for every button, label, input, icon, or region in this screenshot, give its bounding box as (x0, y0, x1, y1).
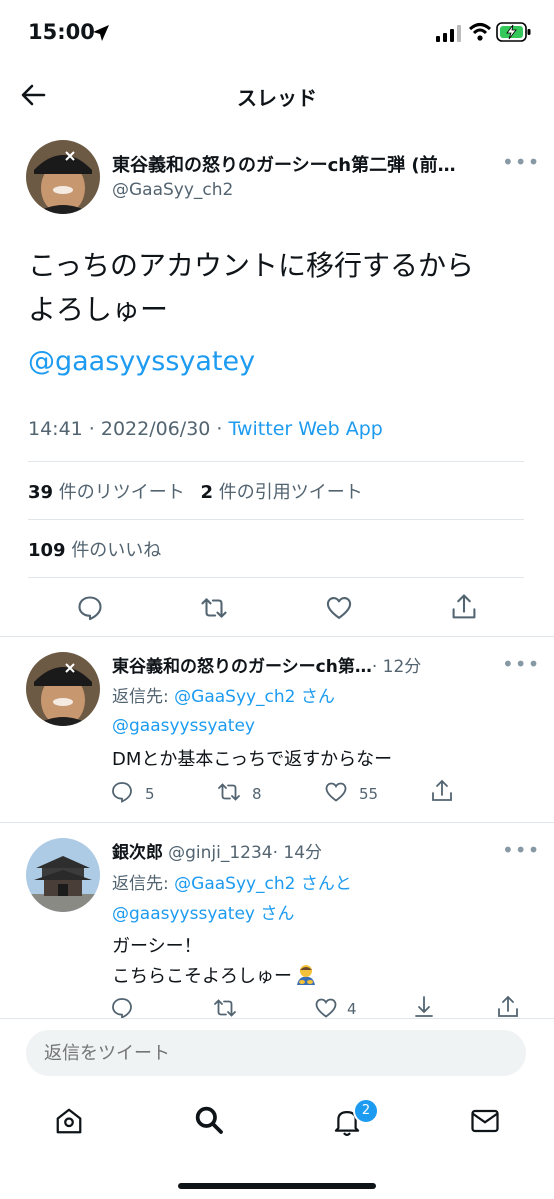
divider (28, 577, 524, 578)
retweet-icon[interactable] (216, 780, 242, 804)
tweet-text-line: よろしゅー (28, 293, 169, 326)
search-icon[interactable] (193, 1104, 225, 1136)
retweets-stat[interactable]: 39 件のリツイート (28, 482, 185, 503)
retweet-icon[interactable] (199, 594, 229, 622)
likes-count: 109 (28, 540, 66, 561)
status-time: 15:00 (28, 20, 95, 44)
share-icon[interactable] (430, 778, 454, 804)
reply-header: 銀次郎 @ginji_1234· 14分 (112, 838, 322, 863)
reply-mention-link[interactable]: @gaasyyssyatey (112, 716, 255, 736)
divider (28, 461, 524, 462)
reply-time: · 14分 (272, 843, 323, 863)
tweet-text-line: こっちのアカウントに移行するから (28, 249, 475, 282)
tweet-text: こっちのアカウントに移行するから よろしゅー (28, 244, 474, 332)
reply-text-line: こちらこそよろしゅー (112, 962, 318, 992)
reply-icon[interactable] (110, 996, 134, 1020)
notifications-badge: 2 (353, 1098, 379, 1124)
reply-text-line: ガーシー！ (112, 936, 202, 957)
author-handle[interactable]: @GaaSyy_ch2 (112, 180, 233, 200)
divider (0, 822, 554, 823)
tweet-source-link[interactable]: Twitter Web App (229, 418, 383, 440)
reply-count: 5 (145, 785, 155, 803)
reply-to-handle-link[interactable]: @gaasyyssyatey (112, 904, 255, 924)
tweet-stats-row: 39 件のリツイート 2 件の引用ツイート (28, 478, 363, 504)
home-icon[interactable] (54, 1106, 84, 1136)
reply-text-line-content: こちらこそよろしゅー (112, 966, 292, 987)
tweet-timestamp: 14:41 · 2022/06/30 · Twitter Web App (28, 418, 383, 440)
like-icon[interactable] (314, 996, 338, 1020)
location-arrow-icon (93, 25, 109, 41)
retweet-count: 8 (252, 785, 262, 803)
reply-icon[interactable] (76, 594, 104, 622)
retweets-count: 39 (28, 482, 54, 503)
reply-author-handle[interactable]: @ginji_1234 (168, 843, 273, 863)
avatar[interactable] (26, 652, 100, 726)
likes-stat[interactable]: 109 件のいいね (28, 536, 161, 562)
like-count: 4 (347, 1000, 357, 1018)
reply-to-line: 返信先: @GaaSyy_ch2 さんと (112, 869, 352, 894)
author-name[interactable]: 東谷義和の怒りのガーシーch第二弾 (前… (112, 151, 494, 177)
likes-label: 件のいいね (71, 540, 162, 561)
reply-to-label: 返信先: (112, 874, 175, 894)
reply-to-line: 返信先: @GaaSyy_ch2 さん (112, 682, 335, 707)
reply-to-handle-link[interactable]: @GaaSyy_ch2 (174, 874, 295, 894)
share-icon[interactable] (496, 994, 520, 1020)
reply-text: DMとか基本こっちで返すからなー (112, 749, 393, 770)
divider (28, 519, 524, 520)
reply-text: ガーシー！ こちらこそよろしゅー (112, 932, 318, 992)
avatar[interactable] (26, 140, 100, 214)
home-indicator (178, 1183, 376, 1189)
page-title: スレッド (237, 86, 317, 110)
like-icon[interactable] (324, 780, 348, 804)
like-icon[interactable] (325, 594, 353, 622)
like-count: 55 (359, 785, 379, 803)
signal-icon (436, 25, 461, 42)
reply-to-label: 返信先: (112, 687, 175, 707)
more-options-icon[interactable]: ••• (502, 652, 540, 676)
quotes-label: 件の引用ツイート (218, 482, 363, 503)
download-icon[interactable] (412, 994, 436, 1020)
reply-to-suffix: さん (295, 687, 335, 707)
reply-to-line-2: @gaasyyssyatey さん (112, 899, 294, 924)
divider (0, 636, 554, 637)
reply-header: 東谷義和の怒りのガーシーch第…· 12分 (112, 652, 496, 677)
more-options-icon[interactable]: ••• (502, 838, 540, 862)
status-bar: 15:00 (0, 0, 554, 64)
quotes-count: 2 (200, 482, 214, 503)
retweets-label: 件のリツイート (58, 482, 185, 503)
reply-icon[interactable] (110, 780, 134, 804)
reply-compose-input[interactable] (26, 1030, 526, 1076)
reply-author-name[interactable]: 東谷義和の怒りのガーシーch第… (112, 657, 372, 677)
reply-author-name[interactable]: 銀次郎 (112, 843, 163, 863)
avatar[interactable] (26, 838, 100, 912)
battery-charging-icon (496, 22, 531, 42)
share-icon[interactable] (450, 592, 478, 622)
reply-to-mid: さんと (295, 874, 352, 894)
bowing-person-emoji-icon (297, 965, 315, 985)
reply-to-suffix: さん (254, 904, 295, 924)
more-options-icon[interactable]: ••• (502, 150, 540, 174)
reply-to-handle-link[interactable]: @GaaSyy_ch2 (174, 687, 295, 707)
quotes-stat[interactable]: 2 件の引用ツイート (201, 482, 363, 503)
reply-time: · 12分 (371, 657, 422, 677)
wifi-icon (468, 23, 492, 41)
tweet-time: 14:41 · 2022/06/30 · (28, 418, 229, 440)
tweet-mention-link[interactable]: @gaasyyssyatey (28, 346, 255, 377)
messages-mail-icon[interactable] (470, 1108, 500, 1134)
retweet-icon[interactable] (212, 996, 238, 1020)
